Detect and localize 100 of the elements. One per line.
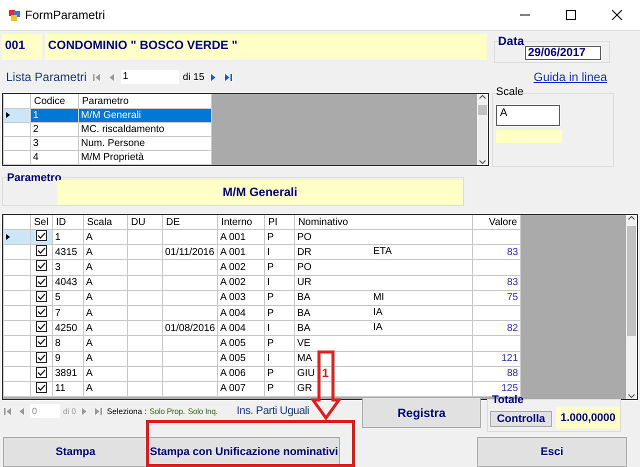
- date-label: Data: [498, 34, 524, 48]
- table-cell: A 005: [220, 338, 246, 349]
- table-cell: 3: [55, 262, 61, 273]
- table-cell: GR: [297, 383, 312, 394]
- close-icon[interactable]: [612, 10, 622, 20]
- code-field: 001: [2, 34, 42, 60]
- table-cell: P: [267, 368, 274, 380]
- position-field[interactable]: 0: [30, 404, 60, 418]
- column-header: Nominativo: [294, 215, 473, 230]
- position-field[interactable]: 1: [120, 70, 179, 84]
- table-cell: A 003: [220, 292, 246, 304]
- scroll-up-icon[interactable]: [479, 94, 486, 99]
- checkbox[interactable]: [36, 367, 47, 378]
- column-header: Valore: [472, 215, 521, 230]
- table-cell: 125: [501, 383, 518, 394]
- table-cell: IA: [373, 322, 383, 334]
- table-cell[interactable]: 4: [30, 150, 78, 164]
- scroll-thumb[interactable]: [627, 226, 636, 336]
- scroll-up-icon[interactable]: [628, 215, 635, 220]
- list-label: Lista Parametri: [6, 70, 87, 84]
- table-cell[interactable]: MC. riscaldamento: [78, 122, 212, 136]
- checkbox[interactable]: [36, 246, 47, 256]
- table-cell: P: [267, 292, 274, 304]
- checkbox[interactable]: [36, 336, 47, 348]
- table-cell: A 002: [220, 277, 246, 288]
- table-cell: MI: [373, 292, 384, 303]
- checkbox[interactable]: [36, 322, 47, 332]
- checkbox[interactable]: [36, 291, 47, 302]
- table-cell: 5: [55, 292, 61, 304]
- count-label: di 0: [63, 406, 76, 416]
- table-cell: A 004: [220, 308, 246, 319]
- filter-link[interactable]: Solo Prop.: [150, 406, 185, 416]
- table-cell: A 004: [220, 322, 246, 334]
- scale-list[interactable]: A: [496, 105, 560, 126]
- last-icon[interactable]: [223, 72, 234, 82]
- date-field[interactable]: 29/06/2017: [525, 46, 601, 60]
- column-header: PI: [264, 215, 295, 230]
- table-cell: 4250: [55, 322, 78, 334]
- scroll-thumb[interactable]: [478, 105, 487, 115]
- table-cell: 4043: [55, 277, 78, 288]
- scrollbar[interactable]: [477, 94, 488, 165]
- checkbox[interactable]: [36, 306, 47, 318]
- table-cell: I: [267, 353, 270, 364]
- table-cell: 88: [506, 368, 518, 380]
- scroll-down-icon[interactable]: [628, 394, 635, 399]
- table-cell[interactable]: M/M Proprietà: [78, 150, 212, 164]
- help-link[interactable]: Guida in linea: [534, 70, 607, 84]
- filter-link[interactable]: Solo Inq.: [188, 406, 218, 416]
- table-cell: 01/08/2016: [165, 322, 216, 334]
- checkbox[interactable]: [36, 382, 47, 393]
- checkbox[interactable]: [36, 276, 47, 287]
- totale-label: Totale: [492, 394, 524, 406]
- checkbox[interactable]: [36, 352, 47, 363]
- table-cell: 83: [506, 246, 518, 258]
- table-cell: 01/11/2016: [165, 246, 214, 258]
- table-cell[interactable]: Num. Persone: [78, 136, 212, 150]
- registra-button[interactable]: Registra: [362, 397, 481, 428]
- table-cell: A 007: [220, 383, 246, 394]
- table-cell: 121: [501, 353, 518, 364]
- table-cell[interactable]: 2: [30, 122, 78, 136]
- column-header: DE: [162, 215, 218, 230]
- exit-button[interactable]: Esci: [477, 437, 627, 467]
- table-cell: A 006: [220, 368, 246, 380]
- table-cell[interactable]: M/M Generali: [78, 108, 212, 122]
- count-label: di 15: [182, 72, 204, 82]
- print-button[interactable]: Stampa: [3, 437, 148, 467]
- table-cell: P: [267, 262, 274, 273]
- table-cell: VE: [297, 338, 310, 349]
- controlla-button[interactable]: Controlla: [490, 411, 552, 427]
- table-cell: A: [86, 353, 93, 364]
- parametro-field: M/M Generali: [57, 180, 463, 205]
- table-cell: 82: [506, 322, 518, 334]
- app-icon: [8, 8, 21, 22]
- table-cell: I: [267, 322, 270, 334]
- table-cell: P: [267, 308, 274, 319]
- print-unified-button[interactable]: Stampa con Unificazione nominativi: [148, 437, 340, 467]
- table-cell: ETA: [373, 246, 392, 258]
- name-field: CONDOMINIO " BOSCO VERDE ": [45, 34, 487, 60]
- insert-link[interactable]: Ins. Parti Uguali: [236, 405, 310, 417]
- table-cell: A: [86, 292, 93, 304]
- column-header: Interno: [218, 215, 265, 230]
- row-header[interactable]: [4, 230, 30, 245]
- select-label: Seleziona :: [106, 406, 146, 416]
- checkbox[interactable]: [36, 260, 47, 272]
- table-cell[interactable]: 3: [30, 136, 78, 150]
- table-cell: DR: [297, 246, 312, 258]
- column-header: Codice: [30, 94, 78, 108]
- column-header: Parametro: [78, 94, 212, 108]
- checkbox[interactable]: [36, 230, 47, 242]
- table-cell: BA: [297, 322, 310, 334]
- column-header: Scala: [84, 215, 128, 230]
- scroll-down-icon[interactable]: [479, 160, 486, 165]
- table-cell: 7: [55, 308, 61, 319]
- table-cell: A: [86, 277, 93, 288]
- table-cell[interactable]: 1: [30, 108, 78, 122]
- maximize-icon[interactable]: [566, 10, 576, 20]
- scale-label: Scale: [496, 86, 524, 98]
- table-cell: UR: [297, 277, 312, 288]
- table-cell: 9: [55, 353, 61, 364]
- scrollbar[interactable]: [626, 215, 637, 399]
